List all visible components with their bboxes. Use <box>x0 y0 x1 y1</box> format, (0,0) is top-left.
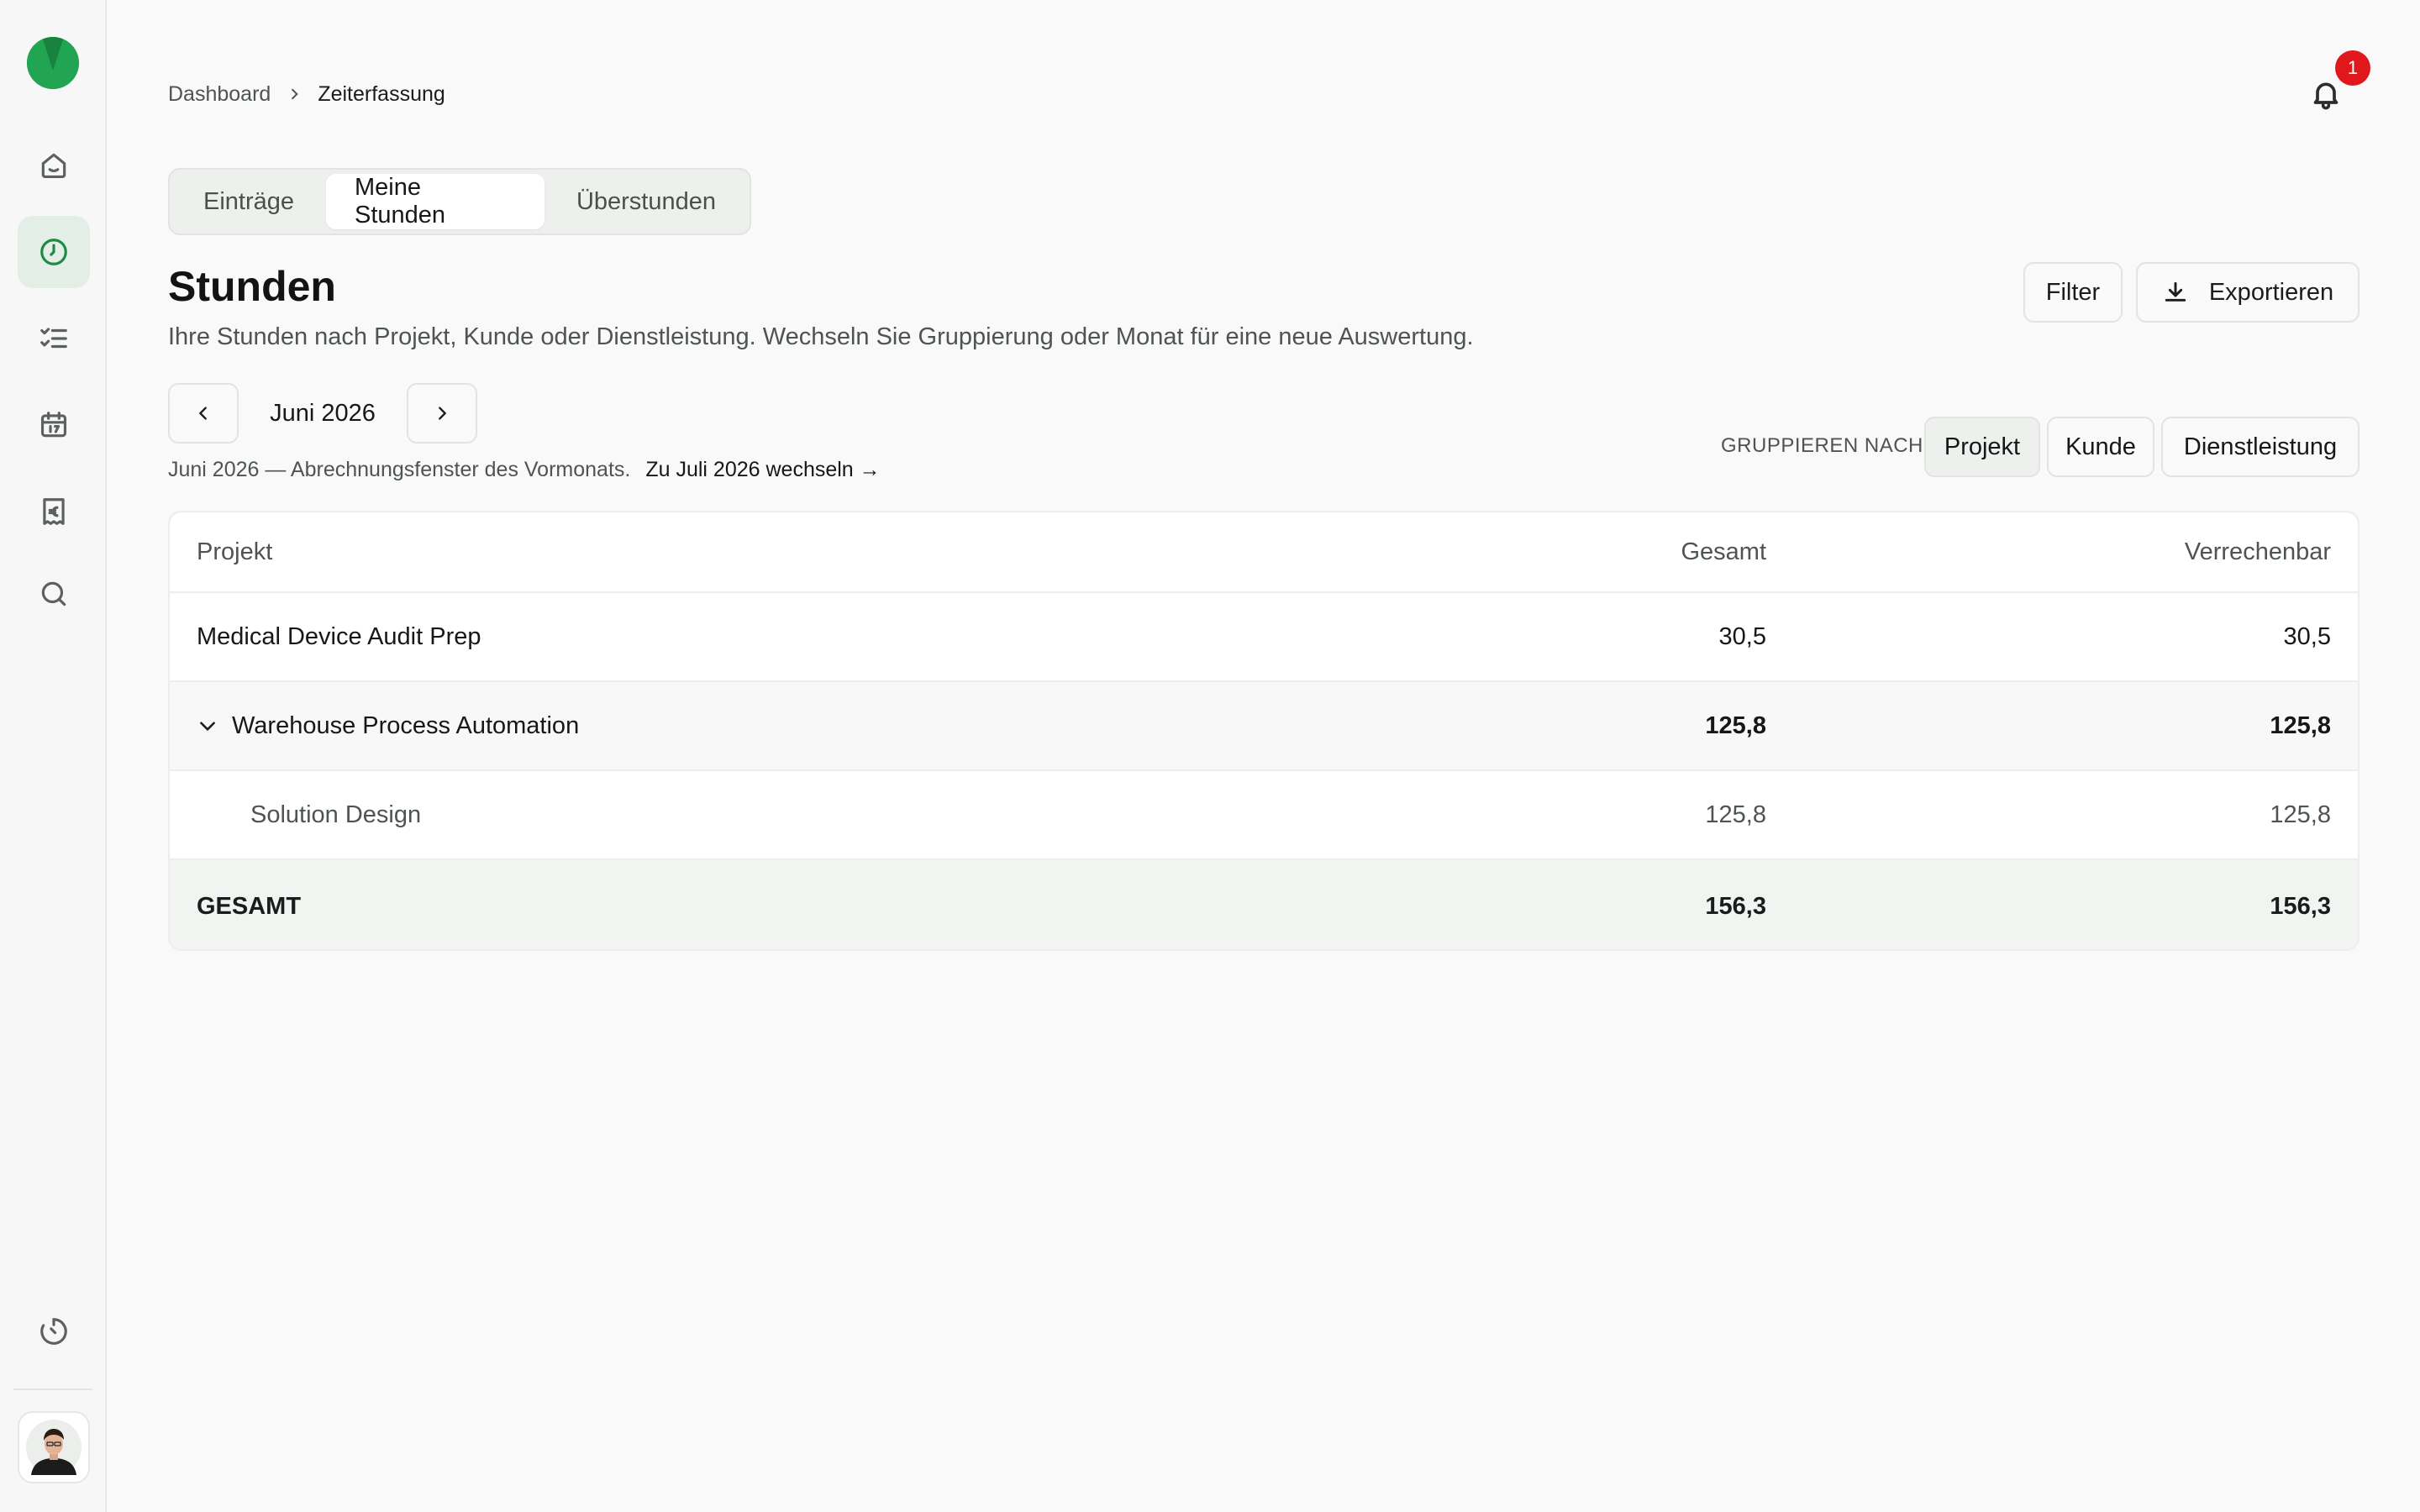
tab-eintraege[interactable]: Einträge <box>175 174 323 229</box>
previous-month-button[interactable] <box>168 383 239 444</box>
project-group-name: Warehouse Process Automation <box>197 712 579 740</box>
nav-time-tracking[interactable] <box>18 216 90 288</box>
table-row-group[interactable]: Warehouse Process Automation 125,8 125,8 <box>170 682 2358 771</box>
column-header-gesamt[interactable]: Gesamt <box>1681 538 1766 566</box>
nav-home[interactable] <box>18 129 90 202</box>
switch-month-link[interactable]: Zu Juli 2026 wechseln → <box>645 458 880 482</box>
period-info-text: Juni 2026 — Abrechnungsfenster des Vormo… <box>168 458 631 481</box>
breadcrumb-current: Zeiterfassung <box>318 81 445 106</box>
project-group-total-hours: 125,8 <box>1705 711 1766 739</box>
download-icon <box>2165 281 2186 302</box>
nav-timer[interactable] <box>18 1295 90 1368</box>
column-header-projekt[interactable]: Projekt <box>197 538 272 566</box>
grouping-label: GRUPPIEREN NACH <box>1721 434 1923 457</box>
breadcrumb-dashboard-link[interactable]: Dashboard <box>168 82 271 107</box>
bell-icon <box>2313 82 2338 110</box>
project-billable-hours: 30,5 <box>2283 622 2331 650</box>
grand-total-billable: 156,3 <box>2270 892 2331 920</box>
group-by-projekt-button[interactable]: Projekt <box>1924 417 2040 477</box>
view-tabs: Einträge Meine Stunden Überstunden <box>168 168 751 235</box>
project-total-hours: 30,5 <box>1718 622 1766 650</box>
calendar-icon <box>40 412 67 438</box>
checklist-icon <box>40 328 67 349</box>
app-root: Dashboard Zeiterfassung 1 Einträge Meine… <box>0 0 2420 1512</box>
chevron-left-icon <box>199 407 207 420</box>
brand-logo[interactable] <box>27 37 79 89</box>
month-navigation: Juni 2026 <box>168 383 477 444</box>
breadcrumb: Dashboard Zeiterfassung <box>168 81 445 108</box>
group-by-kunde-button[interactable]: Kunde <box>2047 417 2154 477</box>
clock-icon <box>40 239 67 265</box>
export-button[interactable]: Exportieren <box>2136 262 2360 323</box>
service-total-hours: 125,8 <box>1705 801 1766 828</box>
table-total-row: GESAMT 156,3 156,3 <box>170 860 2358 949</box>
project-group-billable-hours: 125,8 <box>2270 711 2331 739</box>
table-row[interactable]: Medical Device Audit Prep 30,5 30,5 <box>170 593 2358 682</box>
column-header-verrechenbar[interactable]: Verrechenbar <box>2185 538 2331 566</box>
hours-table: Projekt Gesamt Verrechenbar Medical Devi… <box>168 511 2360 951</box>
page-subtitle: Ihre Stunden nach Projekt, Kunde oder Di… <box>168 323 1474 350</box>
period-info: Juni 2026 — Abrechnungsfenster des Vormo… <box>168 458 881 482</box>
export-button-label: Exportieren <box>2208 278 2334 306</box>
receipt-euro-icon <box>43 498 65 525</box>
search-icon <box>41 581 66 606</box>
filter-button[interactable]: Filter <box>2023 262 2123 323</box>
page-title: Stunden <box>168 263 336 310</box>
tab-ueberstunden[interactable]: Überstunden <box>548 174 744 229</box>
project-name: Medical Device Audit Prep <box>197 622 481 650</box>
service-name: Solution Design <box>250 801 422 828</box>
sidebar <box>0 0 107 1512</box>
nav-calendar[interactable] <box>18 389 90 461</box>
group-by-dienstleistung-button[interactable]: Dienstleistung <box>2161 417 2360 477</box>
chevron-right-icon <box>439 407 446 420</box>
nav-tasks[interactable] <box>18 302 90 375</box>
home-icon <box>41 153 66 179</box>
grand-total-hours: 156,3 <box>1705 892 1766 920</box>
nav-invoices[interactable] <box>18 475 90 548</box>
chevron-down-icon[interactable] <box>197 715 218 737</box>
chevron-right-icon <box>292 88 299 100</box>
current-month-label: Juni 2026 <box>270 399 376 427</box>
sidebar-divider <box>13 1389 92 1390</box>
table-header-row: Projekt Gesamt Verrechenbar <box>170 512 2358 593</box>
project-group-label: Warehouse Process Automation <box>232 711 580 739</box>
service-billable-hours: 125,8 <box>2270 801 2331 828</box>
timer-icon <box>40 1318 67 1345</box>
nav-search[interactable] <box>18 558 90 630</box>
user-avatar[interactable] <box>18 1411 90 1483</box>
filter-button-label: Filter <box>2045 278 2101 306</box>
notification-count-badge: 1 <box>2335 50 2370 86</box>
tab-meine-stunden[interactable]: Meine Stunden <box>326 174 544 229</box>
total-label: GESAMT <box>197 892 302 920</box>
next-month-button[interactable] <box>407 383 477 444</box>
table-row-subitem[interactable]: Solution Design 125,8 125,8 <box>170 771 2358 860</box>
